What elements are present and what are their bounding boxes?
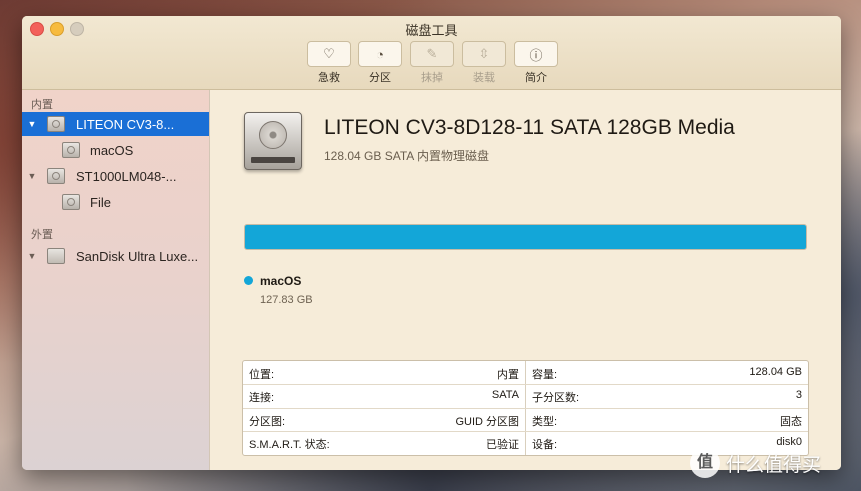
section-internal: 内置 xyxy=(31,99,53,111)
info-key: 分区图: xyxy=(249,416,286,428)
sidebar: 内置 ▼ LITEON CV3-8... macOS ▼ ST1000LM048… xyxy=(22,90,210,470)
erase-button[interactable]: ✎ 抹掉 xyxy=(410,41,454,85)
sidebar-item-label: LITEON CV3-8... xyxy=(76,116,175,132)
info-row-smart-status: S.M.A.R.T. 状态: 已验证 xyxy=(243,431,525,455)
usage-bar xyxy=(244,224,807,250)
disk-subtitle: 128.04 GB SATA 内置物理磁盘 xyxy=(324,149,489,163)
info-value: disk0 xyxy=(776,436,802,448)
sidebar-item-label: SanDisk Ultra Luxe... xyxy=(76,248,199,264)
sidebar-item-liteon[interactable]: ▼ LITEON CV3-8... xyxy=(22,112,209,136)
disk-title: LITEON CV3-8D128-11 SATA 128GB Media xyxy=(324,116,735,139)
sidebar-item-st1000[interactable]: ▼ ST1000LM048-... xyxy=(22,164,209,188)
info-key: S.M.A.R.T. 状态: xyxy=(249,439,330,451)
legend-color-dot xyxy=(244,276,253,285)
info-key: 位置: xyxy=(249,369,275,381)
info-key: 设备: xyxy=(532,439,558,451)
watermark-text: 什么值得买 xyxy=(726,454,822,476)
hard-disk-icon xyxy=(244,112,302,170)
stethoscope-icon: ♡ xyxy=(307,41,351,67)
info-row-type: 类型: 固态 xyxy=(526,408,808,432)
legend-volume-name: macOS xyxy=(260,274,302,288)
usage-bar-fill xyxy=(245,225,806,249)
erase-label: 抹掉 xyxy=(421,72,443,84)
partition-label: 分区 xyxy=(369,72,391,84)
mount-label: 装载 xyxy=(473,72,495,84)
first-aid-button[interactable]: ♡ 急救 xyxy=(307,41,351,85)
info-key: 子分区数: xyxy=(532,392,580,404)
partition-button[interactable]: ◔ 分区 xyxy=(358,41,402,85)
detail-pane: LITEON CV3-8D128-11 SATA 128GB Media 128… xyxy=(210,90,841,470)
sidebar-item-sandisk[interactable]: ▼ SanDisk Ultra Luxe... xyxy=(22,244,209,268)
info-key: 类型: xyxy=(532,416,558,428)
volume-icon xyxy=(62,194,80,210)
first-aid-label: 急救 xyxy=(318,72,340,84)
watermark-logo: 值 xyxy=(690,448,720,478)
info-value: 128.04 GB xyxy=(749,366,802,378)
sidebar-item-label: ST1000LM048-... xyxy=(76,168,177,184)
section-external: 外置 xyxy=(31,229,53,241)
sidebar-item-macos[interactable]: macOS xyxy=(22,138,209,162)
info-value: GUID 分区图 xyxy=(455,416,519,428)
title-bar: 磁盘工具 ♡ 急救 ◔ 分区 ✎ 抹掉 ⇳ 装载 ⓘ 简介 xyxy=(22,16,841,90)
info-value: 3 xyxy=(795,389,802,401)
info-table: 位置: 内置 容量: 128.04 GB 连接: SATA 子分区数: 3 分区… xyxy=(242,360,809,456)
window-title: 磁盘工具 xyxy=(405,23,458,38)
info-value: 固态 xyxy=(780,416,802,428)
volume-icon xyxy=(62,142,80,158)
info-value: 已验证 xyxy=(486,439,519,451)
internal-disk-icon xyxy=(47,116,65,132)
legend-volume-size: 127.83 GB xyxy=(260,294,313,306)
disclosure-triangle-icon[interactable]: ▼ xyxy=(27,171,37,181)
info-row-connection: 连接: SATA xyxy=(243,384,525,408)
internal-disk-icon xyxy=(47,168,65,184)
partition-pie-icon: ◔ xyxy=(358,41,402,67)
disk-utility-window: 磁盘工具 ♡ 急救 ◔ 分区 ✎ 抹掉 ⇳ 装载 ⓘ 简介 内置 ▼ LITEO… xyxy=(22,16,841,470)
info-row-child-count: 子分区数: 3 xyxy=(526,384,808,408)
info-key: 连接: xyxy=(249,392,275,404)
info-button[interactable]: ⓘ 简介 xyxy=(514,41,558,85)
info-value: SATA xyxy=(491,389,519,401)
erase-icon: ✎ xyxy=(410,41,454,67)
disclosure-triangle-icon[interactable]: ▼ xyxy=(27,251,37,261)
mount-icon: ⇳ xyxy=(462,41,506,67)
mount-button[interactable]: ⇳ 装载 xyxy=(462,41,506,85)
sidebar-item-file[interactable]: File xyxy=(22,190,209,214)
external-disk-icon xyxy=(47,248,65,264)
info-key: 容量: xyxy=(532,369,558,381)
watermark: 值 什么值得买 xyxy=(690,448,821,478)
info-row-capacity: 容量: 128.04 GB xyxy=(526,361,808,385)
info-icon: ⓘ xyxy=(514,41,558,67)
info-row-partition-map: 分区图: GUID 分区图 xyxy=(243,408,525,432)
info-label: 简介 xyxy=(525,72,547,84)
sidebar-item-label: File xyxy=(90,194,111,210)
info-row-location: 位置: 内置 xyxy=(243,361,525,385)
disclosure-triangle-icon[interactable]: ▼ xyxy=(27,119,37,129)
sidebar-item-label: macOS xyxy=(90,142,134,158)
info-value: 内置 xyxy=(497,369,519,381)
